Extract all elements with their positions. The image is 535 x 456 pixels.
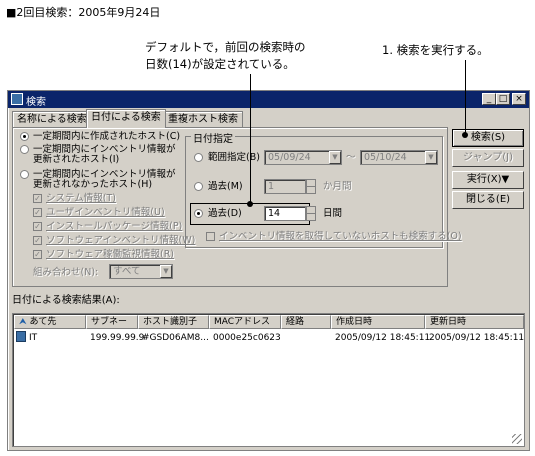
months-input[interactable]: 1 xyxy=(264,179,306,194)
col-subnet[interactable]: サブネー xyxy=(86,315,138,329)
range-to-value: 05/10/24 xyxy=(364,152,407,163)
radio-not-updated-hosts[interactable] xyxy=(20,170,29,179)
check-user-inventory[interactable]: ✓ xyxy=(33,208,42,217)
col-updated[interactable]: 更新日時 xyxy=(425,315,524,329)
radio-created-hosts[interactable] xyxy=(20,132,29,141)
page-heading: ■2回目検索：2005年9月24日 xyxy=(6,6,161,19)
chevron-down-icon: ▼ xyxy=(329,151,341,164)
callout-leader-days xyxy=(250,74,251,204)
search-window: 検索 _ □ × 名称による検索 日付による検索 重複ホスト検索 一定期間内に作… xyxy=(7,90,530,451)
close-button[interactable]: 閉じる(E) xyxy=(452,191,524,209)
radio-updated-label-2: 更新されたホスト(I) xyxy=(33,154,120,165)
title-bar: 検索 _ □ × xyxy=(8,91,529,108)
col-created[interactable]: 作成日時 xyxy=(331,315,425,329)
tab-duplicate-host[interactable]: 重複ホスト検索 xyxy=(163,111,243,127)
range-to-picker[interactable]: 05/10/24 ▼ xyxy=(360,150,438,165)
callout-dot-search xyxy=(462,132,468,138)
range-from-picker[interactable]: 05/09/24 ▼ xyxy=(264,150,342,165)
chevron-down-icon: ▼ xyxy=(425,151,437,164)
check-software-inventory[interactable]: ✓ xyxy=(33,236,42,245)
run-search-callout: 1. 検索を実行する。 xyxy=(382,43,489,57)
check-install-package[interactable]: ✓ xyxy=(33,222,42,231)
callout-line-2: 日数(14)が設定されている。 xyxy=(145,57,295,71)
tab-date-search[interactable]: 日付による検索 xyxy=(86,109,166,128)
chevron-down-icon: ▼ xyxy=(160,265,172,278)
check-include-missing-label: インベントリ情報を取得していないホストも検索する(O) xyxy=(219,231,462,242)
close-window-button[interactable]: × xyxy=(512,93,526,105)
range-from-value: 05/09/24 xyxy=(268,152,311,163)
radio-past-days[interactable] xyxy=(194,209,203,218)
days-spinner[interactable] xyxy=(306,206,316,221)
days-unit: 日間 xyxy=(323,208,343,219)
sort-up-icon: ⮝ xyxy=(19,317,27,327)
row-created: 2005/09/12 18:45:11 xyxy=(335,333,431,343)
check-software-monitoring[interactable]: ✓ xyxy=(33,250,42,259)
col-route[interactable]: 経路 xyxy=(281,315,331,329)
col-mac[interactable]: MACアドレス xyxy=(209,315,281,329)
days-input[interactable]: 14 xyxy=(264,206,306,221)
execute-button[interactable]: 実行(X)▼ xyxy=(452,171,524,189)
check-software-monitoring-label: ソフトウェア稼働監視情報(R) xyxy=(46,249,175,260)
results-list[interactable]: ⮝ あて先 サブネー ホスト識別子 MACアドレス 経路 作成日時 更新日時 I… xyxy=(12,313,525,447)
window-app-icon xyxy=(11,93,23,105)
radio-past-days-label: 過去(D) xyxy=(208,208,242,219)
row-destination: IT xyxy=(29,333,38,343)
months-unit: か月間 xyxy=(323,181,352,192)
radio-updated-hosts[interactable] xyxy=(20,145,29,154)
radio-range-label: 範囲指定(B) xyxy=(208,152,260,163)
results-label: 日付による検索結果(A): xyxy=(12,295,120,306)
computer-icon xyxy=(16,331,26,342)
row-subnet: 199.99.99.9 xyxy=(90,333,145,343)
row-host-id: #GSD06AM8... xyxy=(142,333,209,343)
date-spec-title: 日付指定 xyxy=(191,130,235,145)
months-spinner[interactable] xyxy=(306,179,316,194)
check-system-info[interactable]: ✓ xyxy=(33,194,42,203)
check-install-package-label: インストールパッケージ情報(P) xyxy=(46,221,183,232)
radio-past-months[interactable] xyxy=(194,182,203,191)
minimize-button[interactable]: _ xyxy=(482,93,496,105)
combination-value: すべて xyxy=(113,266,141,277)
col-destination[interactable]: ⮝ あて先 xyxy=(14,315,86,329)
check-user-inventory-label: ユーザインベントリ情報(U) xyxy=(46,207,165,218)
jump-button[interactable]: ジャンプ(J) xyxy=(452,149,524,167)
row-updated: 2005/09/12 18:45:11 xyxy=(429,333,525,343)
check-software-inventory-label: ソフトウェアインベントリ情報(W) xyxy=(46,235,196,246)
date-search-panel: 一定期間内に作成されたホスト(C) 一定期間内にインベントリ情報が 更新されたホ… xyxy=(12,127,462,287)
callout-dot-days xyxy=(247,201,253,207)
resize-grip[interactable] xyxy=(512,434,522,444)
radio-range[interactable] xyxy=(194,153,203,162)
window-title: 検索 xyxy=(26,97,46,108)
check-system-info-label: システム情報(T) xyxy=(46,193,116,204)
tab-name-search[interactable]: 名称による検索 xyxy=(12,111,92,127)
radio-created-label: 一定期間内に作成されたホスト(C) xyxy=(33,131,181,142)
check-include-missing[interactable] xyxy=(206,232,215,241)
col-host-id[interactable]: ホスト識別子 xyxy=(138,315,209,329)
default-days-callout: デフォルトで，前回の検索時の 日数(14)が設定されている。 xyxy=(145,39,306,73)
maximize-button[interactable]: □ xyxy=(496,93,510,105)
radio-not-updated-label-2: 更新されなかったホスト(H) xyxy=(33,179,153,190)
combination-label: 組み合わせ(N): xyxy=(33,267,99,278)
radio-past-months-label: 過去(M) xyxy=(208,181,243,192)
range-separator: ～ xyxy=(346,152,356,163)
callout-line-1: デフォルトで，前回の検索時の xyxy=(145,40,306,54)
row-mac: 0000e25c0623 xyxy=(213,333,281,343)
combination-select[interactable]: すべて ▼ xyxy=(109,264,173,279)
callout-leader-search xyxy=(465,60,466,135)
